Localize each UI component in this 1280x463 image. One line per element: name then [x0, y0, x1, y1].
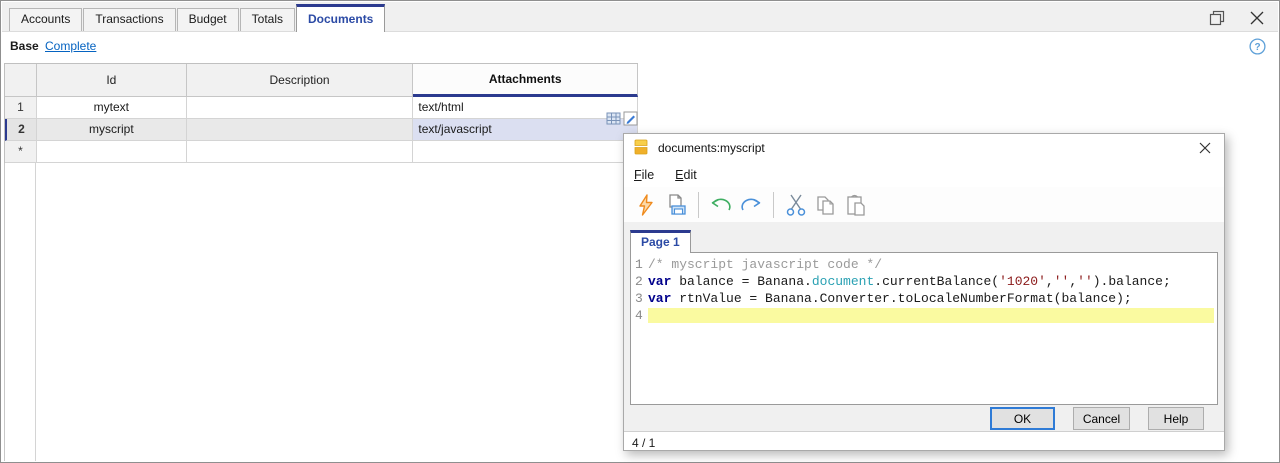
cell-id[interactable]	[36, 141, 187, 163]
cell-id[interactable]: myscript	[36, 119, 187, 141]
dialog-buttons: OK Cancel Help	[624, 407, 1224, 430]
dialog-toolbar	[624, 187, 1224, 222]
cell-description[interactable]	[186, 141, 414, 163]
cancel-button[interactable]: Cancel	[1073, 407, 1130, 430]
current-line-highlight	[648, 308, 1214, 323]
header-id[interactable]: Id	[36, 64, 187, 97]
dialog-statusbar: 4 / 1	[624, 431, 1224, 450]
cell-attachments-active[interactable]: text/javascript	[413, 119, 639, 141]
window-controls	[1206, 7, 1268, 29]
cell-id[interactable]: mytext	[36, 97, 187, 119]
dialog-title: documents:myscript	[658, 141, 765, 155]
attachment-edit-icon[interactable]	[623, 111, 638, 126]
documents-table: Id Description Attachments 1 mytext text…	[4, 63, 639, 163]
tab-budget[interactable]: Budget	[176, 8, 239, 31]
view-complete-link[interactable]: Complete	[45, 39, 96, 53]
toolbar-separator	[773, 191, 774, 218]
row-number[interactable]: *	[5, 141, 37, 163]
table-row-new: *	[5, 141, 639, 163]
toolbar-separator	[698, 191, 699, 218]
tab-transactions[interactable]: Transactions	[83, 8, 176, 31]
cut-icon[interactable]	[781, 191, 811, 219]
print-icon[interactable]	[661, 191, 691, 219]
row-number[interactable]: 1	[5, 97, 37, 119]
dialog-titlebar[interactable]: documents:myscript	[624, 134, 1224, 162]
cell-description[interactable]	[186, 119, 414, 141]
code-line: 1 /* myscript javascript code */	[635, 257, 883, 272]
ok-button[interactable]: OK	[990, 407, 1055, 430]
table-row: 1 mytext text/html	[5, 97, 639, 119]
menu-file[interactable]: File	[634, 168, 654, 182]
restore-window-icon[interactable]	[1206, 7, 1228, 29]
run-script-icon[interactable]	[631, 191, 661, 219]
document-icon	[633, 139, 649, 158]
close-window-icon[interactable]	[1246, 7, 1268, 29]
code-editor[interactable]: 1 /* myscript javascript code */ 2 var b…	[630, 252, 1218, 405]
row-number-gutter	[4, 163, 36, 461]
code-line: 3 var rtnValue = Banana.Converter.toLoca…	[635, 291, 1132, 306]
tab-bar: Accounts Transactions Budget Totals Docu…	[2, 2, 1278, 32]
table-row-selected: 2 myscript text/javascript	[5, 119, 639, 141]
redo-icon[interactable]	[736, 191, 766, 219]
row-number[interactable]: 2	[5, 119, 37, 141]
dialog-close-icon[interactable]	[1192, 136, 1218, 160]
header-description[interactable]: Description	[186, 64, 414, 97]
cell-attachments[interactable]	[413, 141, 639, 163]
svg-text:?: ?	[1254, 42, 1260, 53]
cursor-position: 4 / 1	[632, 436, 656, 450]
tab-totals[interactable]: Totals	[239, 8, 296, 31]
cell-edit-icons	[606, 111, 638, 126]
tab-accounts[interactable]: Accounts	[9, 8, 83, 31]
view-bar: Base Complete ?	[2, 32, 1278, 60]
app-window: Accounts Transactions Budget Totals Docu…	[0, 0, 1280, 463]
header-attachments[interactable]: Attachments	[413, 64, 638, 97]
copy-icon[interactable]	[811, 191, 841, 219]
help-button[interactable]: Help	[1148, 407, 1204, 430]
script-editor-dialog: documents:myscript File Edit Page 1 1 /*…	[623, 133, 1225, 451]
code-line: 2 var balance = Banana.document.currentB…	[635, 274, 1171, 289]
attachment-table-icon[interactable]	[606, 111, 621, 126]
table-header-row: Id Description Attachments	[5, 64, 638, 97]
paste-icon[interactable]	[841, 191, 871, 219]
view-base-label: Base	[10, 39, 39, 53]
page-tab[interactable]: Page 1	[630, 230, 691, 253]
undo-icon[interactable]	[706, 191, 736, 219]
dialog-menubar: File Edit	[624, 162, 1224, 187]
cell-attachments[interactable]: text/html	[413, 97, 639, 119]
help-icon[interactable]: ?	[1249, 38, 1266, 55]
code-line-current: 4	[631, 307, 1217, 324]
header-row-number[interactable]	[5, 64, 37, 97]
tab-documents[interactable]: Documents	[296, 4, 386, 32]
menu-edit[interactable]: Edit	[675, 168, 697, 182]
cell-description[interactable]	[186, 97, 414, 119]
